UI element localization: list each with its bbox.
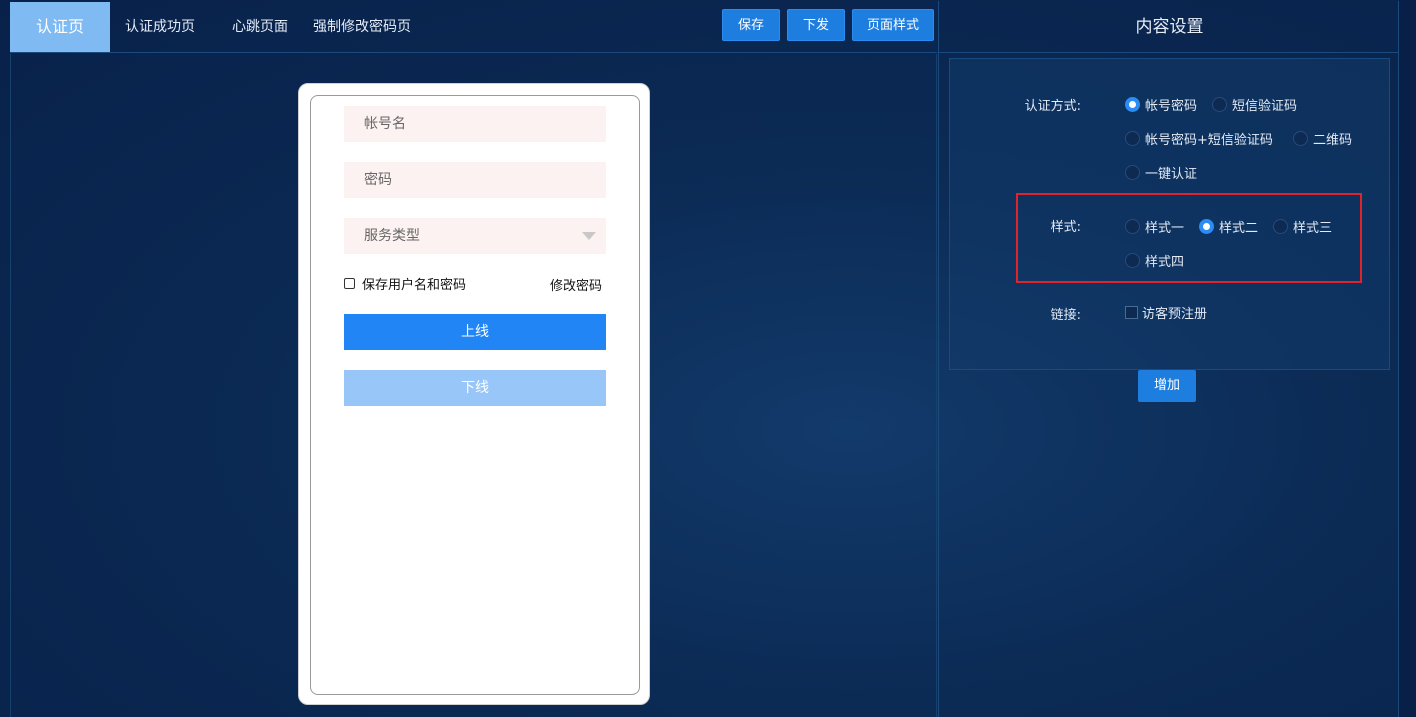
style-label: 样式:	[1050, 220, 1081, 235]
radio-icon[interactable]	[1125, 219, 1140, 234]
option-label: 样式四	[1145, 255, 1185, 270]
radio-selected-icon[interactable]	[1125, 97, 1140, 112]
phone-screen: 帐号名 密码 服务类型 保存用户名和密码 修改密码 上线 下线	[310, 95, 640, 695]
link-label: 链接:	[1050, 308, 1081, 323]
radio-icon[interactable]	[1125, 131, 1140, 146]
modify-password-link[interactable]: 修改密码	[550, 275, 602, 294]
style-option-2[interactable]: 样式二	[1199, 217, 1258, 236]
auth-option-qrcode[interactable]: 二维码	[1293, 129, 1352, 148]
auth-option-account-password-sms[interactable]: 帐号密码+短信验证码	[1125, 129, 1273, 148]
page-style-button[interactable]: 页面样式	[852, 9, 934, 41]
auth-method-label: 认证方式:	[1024, 99, 1081, 114]
option-label: 帐号密码	[1145, 99, 1198, 114]
radio-icon[interactable]	[1273, 219, 1288, 234]
remember-credentials[interactable]: 保存用户名和密码	[344, 274, 466, 293]
account-input[interactable]: 帐号名	[344, 106, 606, 142]
tab-heartbeat-page[interactable]: 心跳页面	[232, 2, 288, 52]
add-button[interactable]: 增加	[1138, 370, 1196, 402]
deploy-button[interactable]: 下发	[787, 9, 845, 41]
style-option-1[interactable]: 样式一	[1125, 217, 1184, 236]
tab-auth-success-page[interactable]: 认证成功页	[125, 2, 195, 52]
option-label: 帐号密码+短信验证码	[1145, 133, 1273, 148]
option-label: 样式二	[1219, 221, 1259, 236]
right-edge	[1399, 0, 1416, 717]
radio-selected-icon[interactable]	[1199, 219, 1214, 234]
service-type-label: 服务类型	[364, 228, 420, 244]
radio-icon[interactable]	[1293, 131, 1308, 146]
style-option-4[interactable]: 样式四	[1125, 251, 1184, 270]
option-label: 一键认证	[1145, 167, 1198, 182]
online-button[interactable]: 上线	[344, 314, 606, 350]
top-bar: 认证页 认证成功页 心跳页面 强制修改密码页 保存 下发 页面样式	[10, 1, 937, 53]
link-option-visitor-preregister[interactable]: 访客预注册	[1125, 303, 1207, 322]
radio-icon[interactable]	[1125, 165, 1140, 180]
content-settings-panel: 内容设置 认证方式: 帐号密码 短信验证码 帐号密码+短信验证码 二维码 一键认…	[938, 1, 1400, 717]
style-highlight-box	[1016, 193, 1362, 283]
checkbox-icon[interactable]	[1125, 306, 1138, 319]
auth-option-sms-code[interactable]: 短信验证码	[1212, 95, 1297, 114]
remember-checkbox[interactable]	[344, 278, 355, 289]
option-label: 短信验证码	[1232, 99, 1298, 114]
service-type-select[interactable]: 服务类型	[344, 218, 606, 254]
radio-icon[interactable]	[1125, 253, 1140, 268]
option-label: 样式一	[1145, 221, 1185, 236]
offline-button[interactable]: 下线	[344, 370, 606, 406]
style-option-3[interactable]: 样式三	[1273, 217, 1332, 236]
panel-title: 内容设置	[939, 1, 1400, 53]
app-frame: 认证页 认证成功页 心跳页面 强制修改密码页 保存 下发 页面样式 帐号名 密码…	[0, 0, 1416, 717]
auth-option-account-password[interactable]: 帐号密码	[1125, 95, 1197, 114]
phone-preview: 帐号名 密码 服务类型 保存用户名和密码 修改密码 上线 下线	[298, 83, 650, 705]
save-button[interactable]: 保存	[722, 9, 780, 41]
radio-icon[interactable]	[1212, 97, 1227, 112]
tab-force-change-password-page[interactable]: 强制修改密码页	[313, 2, 411, 52]
chevron-down-icon	[582, 232, 596, 240]
option-label: 访客预注册	[1142, 307, 1208, 322]
option-label: 二维码	[1313, 133, 1353, 148]
tab-auth-page[interactable]: 认证页	[10, 2, 110, 52]
password-input[interactable]: 密码	[344, 162, 606, 198]
auth-option-one-click[interactable]: 一键认证	[1125, 163, 1197, 182]
option-label: 样式三	[1293, 221, 1333, 236]
remember-label: 保存用户名和密码	[362, 278, 467, 293]
